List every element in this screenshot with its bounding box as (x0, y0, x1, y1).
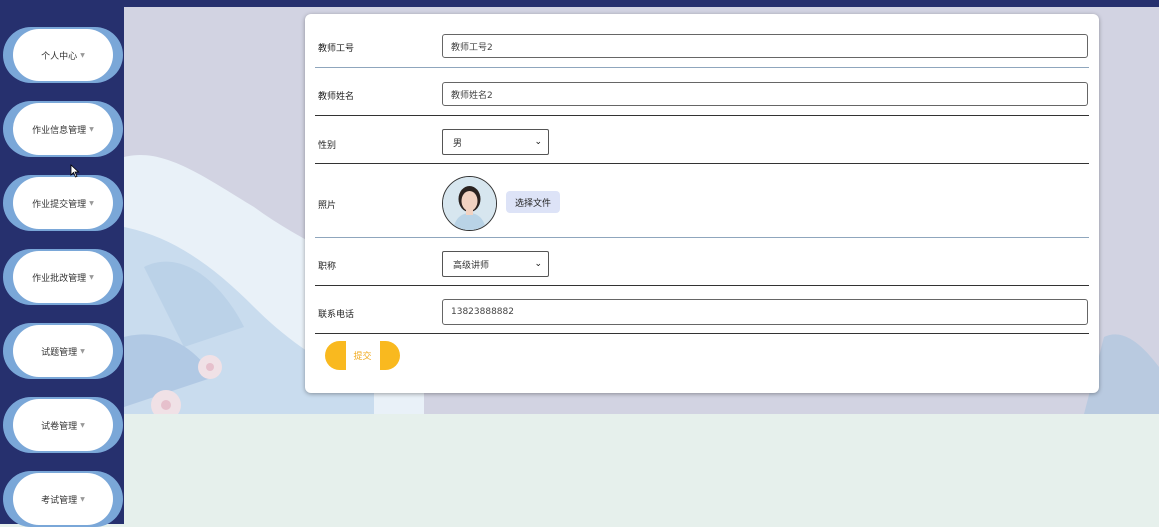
teacher-id-input[interactable] (442, 34, 1088, 58)
sidebar-item-homework-submit[interactable]: 作业提交管理 ▼ (3, 175, 123, 231)
sidebar-item-exams[interactable]: 考试管理 ▼ (3, 471, 123, 527)
sidebar-item-homework-info[interactable]: 作业信息管理 ▼ (3, 101, 123, 157)
teacher-form-card: 教师工号 教师姓名 性别 男 ⌄ 照片 选择文件 职称 高级讲师 ⌄ (305, 14, 1099, 393)
caret-down-icon: ▼ (80, 51, 85, 59)
chevron-down-icon: ⌄ (534, 259, 542, 269)
phone-label: 联系电话 (318, 310, 355, 320)
submit-button[interactable]: 提交 (325, 341, 400, 370)
form-row-photo: 照片 选择文件 (315, 163, 1089, 238)
sidebar-item-label: 试题管理 (41, 347, 78, 358)
sidebar-item-label: 作业提交管理 (32, 199, 87, 210)
choose-file-button[interactable]: 选择文件 (506, 191, 560, 213)
title-select[interactable]: 高级讲师 ⌄ (442, 251, 549, 277)
sidebar-item-personal-center[interactable]: 个人中心 ▼ (3, 27, 123, 83)
avatar-photo (443, 177, 496, 230)
gender-label: 性别 (318, 141, 337, 151)
photo-label: 照片 (318, 201, 337, 211)
form-row-title: 职称 高级讲师 ⌄ (315, 237, 1089, 286)
gender-select[interactable]: 男 ⌄ (442, 129, 549, 155)
teacher-name-input[interactable] (442, 82, 1088, 106)
caret-down-icon: ▼ (89, 273, 94, 281)
top-bar (124, 0, 1159, 7)
teacher-id-label: 教师工号 (318, 44, 355, 54)
avatar (442, 176, 497, 231)
caret-down-icon: ▼ (80, 421, 85, 429)
sidebar-item-questions[interactable]: 试题管理 ▼ (3, 323, 123, 379)
mouse-cursor-icon (70, 164, 80, 178)
gender-select-value: 男 (453, 138, 463, 149)
sidebar-item-label: 作业批改管理 (32, 273, 87, 284)
sidebar-item-papers[interactable]: 试卷管理 ▼ (3, 397, 123, 453)
form-row-phone: 联系电话 (315, 285, 1089, 334)
title-label: 职称 (318, 262, 337, 272)
caret-down-icon: ▼ (80, 347, 85, 355)
phone-input[interactable] (442, 299, 1088, 325)
sidebar-item-homework-grading[interactable]: 作业批改管理 ▼ (3, 249, 123, 305)
chevron-down-icon: ⌄ (534, 137, 542, 147)
caret-down-icon: ▼ (89, 199, 94, 207)
sidebar: 个人中心 ▼ 作业信息管理 ▼ 作业提交管理 ▼ 作业批改管理 ▼ 试题管理 ▼ 试卷管理… (0, 0, 124, 527)
teacher-name-label: 教师姓名 (318, 92, 355, 102)
form-row-teacher-id: 教师工号 (315, 14, 1089, 68)
caret-down-icon: ▼ (89, 125, 94, 133)
sidebar-item-label: 作业信息管理 (32, 125, 87, 136)
form-row-teacher-name: 教师姓名 (315, 67, 1089, 116)
sidebar-item-label: 个人中心 (41, 51, 78, 62)
sidebar-item-label: 试卷管理 (41, 421, 78, 432)
sidebar-item-label: 考试管理 (41, 495, 78, 506)
submit-button-label: 提交 (345, 341, 380, 370)
caret-down-icon: ▼ (80, 495, 85, 503)
form-row-gender: 性别 男 ⌄ (315, 115, 1089, 164)
title-select-value: 高级讲师 (453, 260, 490, 271)
